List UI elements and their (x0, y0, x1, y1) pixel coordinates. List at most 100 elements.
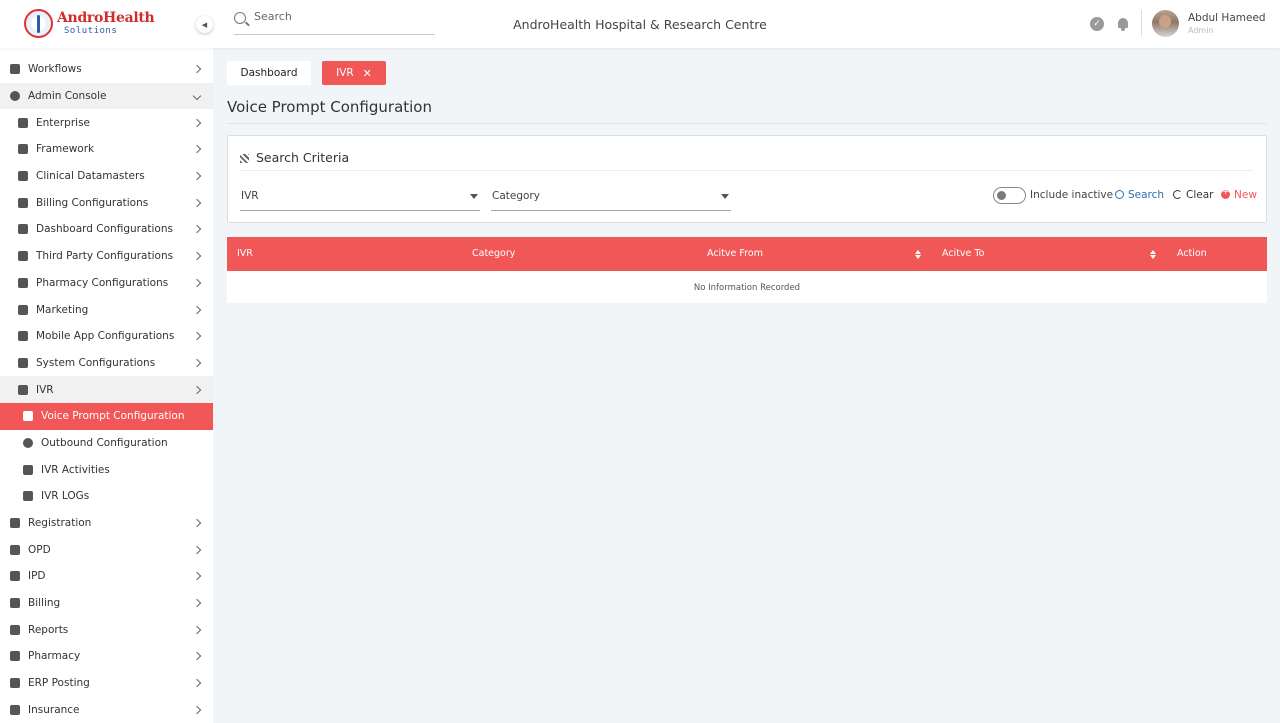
sidebar-item-reports[interactable]: Reports (0, 616, 213, 643)
sidebar-item-label: Mobile App Configurations (36, 330, 175, 343)
column-header-ivr[interactable]: IVR (227, 237, 462, 271)
sidebar-item-ipd[interactable]: IPD (0, 563, 213, 590)
table-body: No Information Recorded (227, 271, 1267, 303)
report-icon (10, 624, 20, 635)
sidebar-item-pharmacy-configurations[interactable]: Pharmacy Configurations (0, 270, 213, 297)
chevron-right-icon (192, 65, 202, 74)
sidebar-item-system-configurations[interactable]: System Configurations (0, 350, 213, 377)
chevron-right-icon (192, 705, 202, 715)
ivr-dropdown[interactable]: IVR (240, 184, 480, 211)
family-icon (10, 704, 20, 715)
search-button[interactable]: Search (1115, 189, 1164, 201)
card-icon (18, 197, 28, 208)
sidebar-item-dashboard-configurations[interactable]: Dashboard Configurations (0, 216, 213, 243)
avatar[interactable] (1152, 10, 1179, 37)
search-criteria-card: Search Criteria IVR Category Include ina… (227, 135, 1267, 223)
sidebar-item-clinical-datamasters[interactable]: Clinical Datamasters (0, 163, 213, 190)
chevron-right-icon (192, 625, 202, 635)
tab-label: IVR (336, 67, 354, 79)
medkit-icon (18, 277, 28, 288)
clear-button[interactable]: Clear (1173, 189, 1213, 201)
megaphone-icon (18, 304, 28, 315)
sidebar-item-outbound-configuration[interactable]: Outbound Configuration (0, 430, 213, 457)
sidebar-item-label: Pharmacy Configurations (36, 276, 169, 289)
sidebar-item-label: IVR (36, 383, 54, 396)
tab-ivr[interactable]: IVR ✕ (322, 61, 386, 85)
logo-emblem-icon (24, 9, 53, 38)
sort-icon[interactable] (1150, 250, 1157, 259)
verified-check-icon[interactable]: ✓ (1090, 17, 1104, 31)
sidebar-item-ivr-activities[interactable]: IVR Activities (0, 456, 213, 483)
column-header-active-to[interactable]: Acitve To (932, 237, 1167, 271)
chevron-right-icon (192, 171, 202, 181)
sidebar-item-enterprise[interactable]: Enterprise (0, 109, 213, 136)
sidebar-item-third-party-configurations[interactable]: Third Party Configurations (0, 243, 213, 270)
wallet-icon (10, 598, 20, 609)
hospital-title: AndroHealth Hospital & Research Centre (513, 17, 767, 32)
new-button-label: New (1234, 189, 1257, 201)
sidebar-collapse-button[interactable]: ◀ (196, 16, 213, 33)
title-divider (227, 123, 1267, 124)
column-header-category[interactable]: Category (462, 237, 697, 271)
search-button-label: Search (1128, 189, 1165, 201)
sort-icon[interactable] (915, 250, 922, 259)
sidebar-item-framework[interactable]: Framework (0, 136, 213, 163)
sidebar-item-erp-posting[interactable]: ERP Posting (0, 670, 213, 697)
sidebar-item-label: Billing Configurations (36, 196, 149, 209)
bell-icon[interactable] (1116, 17, 1130, 31)
list-icon (23, 491, 33, 502)
new-button[interactable]: New (1221, 187, 1257, 201)
sidebar-item-opd[interactable]: OPD (0, 536, 213, 563)
sidebar-item-admin-console[interactable]: Admin Console (0, 82, 213, 110)
category-dropdown-value: Category (492, 190, 540, 202)
plus-circle-icon (1221, 187, 1230, 199)
sidebar-item-label: Dashboard Configurations (36, 223, 173, 236)
header-divider (1141, 10, 1142, 37)
sidebar-item-label: IVR Activities (41, 463, 110, 476)
tab-dashboard[interactable]: Dashboard (227, 61, 311, 85)
clear-button-label: Clear (1186, 189, 1214, 201)
sidebar-item-registration[interactable]: Registration (0, 510, 213, 537)
dashboard-icon (18, 224, 28, 235)
close-icon[interactable]: ✕ (363, 67, 372, 80)
column-header-label: Acitve From (707, 248, 763, 259)
sidebar-item-marketing[interactable]: Marketing (0, 296, 213, 323)
sidebar-item-workflows[interactable]: Workflows (0, 56, 213, 83)
sidebar-item-label: IVR LOGs (41, 490, 90, 503)
chevron-right-icon (192, 678, 202, 688)
sidebar-item-label: Voice Prompt Configuration (41, 410, 185, 423)
category-dropdown[interactable]: Category (491, 184, 731, 211)
chevron-right-icon (192, 598, 202, 608)
sidebar-item-billing[interactable]: Billing (0, 590, 213, 617)
search-input[interactable] (254, 10, 434, 23)
sidebar-item-ivr-logs[interactable]: IVR LOGs (0, 483, 213, 510)
sidebar-item-ivr[interactable]: IVR (0, 376, 213, 403)
search-icon (1115, 190, 1124, 199)
building-icon (10, 544, 20, 555)
chevron-right-icon (192, 145, 202, 154)
include-inactive-toggle[interactable] (993, 187, 1026, 204)
refresh-icon (1173, 190, 1182, 199)
plug-icon (18, 251, 28, 262)
column-header-action: Action (1177, 248, 1207, 259)
page-title: Voice Prompt Configuration (227, 98, 432, 116)
user-name[interactable]: Abdul Hameed (1188, 12, 1266, 24)
ivr-dropdown-value: IVR (241, 190, 259, 202)
sidebar-item-insurance[interactable]: Insurance (0, 697, 213, 723)
mobile-icon (18, 331, 28, 342)
chevron-right-icon (192, 118, 202, 127)
sidebar-item-mobile-app-configurations[interactable]: Mobile App Configurations (0, 323, 213, 350)
chevron-right-icon (192, 385, 202, 394)
sidebar-item-voice-prompt-configuration[interactable]: Voice Prompt Configuration (0, 402, 213, 430)
app-logo[interactable]: AndroHealth Solutions (24, 9, 155, 39)
sidebar-item-label: System Configurations (36, 356, 156, 369)
search-icon (234, 12, 246, 24)
sidebar-item-label: Admin Console (28, 90, 107, 103)
sidebar-item-pharmacy[interactable]: Pharmacy (0, 643, 213, 670)
top-bar: AndroHealth Solutions ◀ AndroHealth Hosp… (0, 0, 1280, 48)
sidebar: Workflows Admin Console Enterprise Frame… (0, 48, 213, 723)
chevron-left-icon: ◀ (201, 20, 208, 29)
sidebar-item-billing-configurations[interactable]: Billing Configurations (0, 189, 213, 216)
caret-down-icon (721, 194, 729, 199)
column-header-active-from[interactable]: Acitve From (697, 237, 932, 271)
